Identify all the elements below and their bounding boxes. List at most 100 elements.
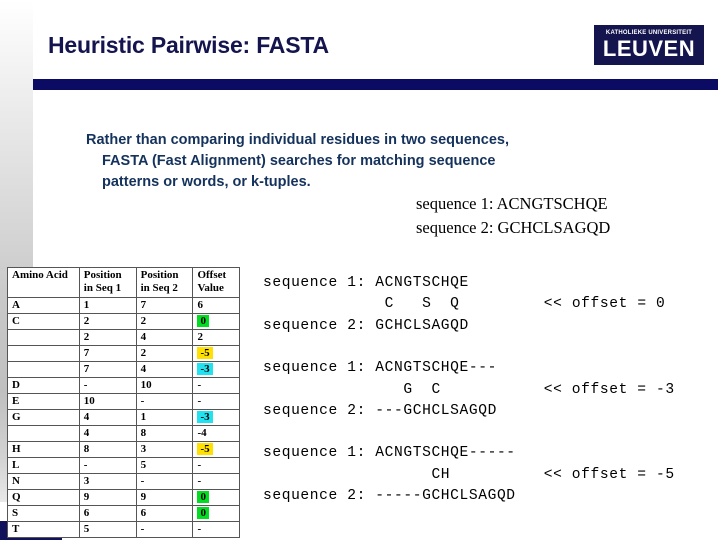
alignment-top-sequence: sequence 1: ACNGTSCHQE: [263, 275, 469, 291]
col-header-amino-acid: Amino Acid: [7, 267, 80, 298]
table-row: Q990: [7, 489, 240, 506]
cell-amino-acid: [7, 425, 80, 442]
offset-value-highlight: 0: [197, 491, 209, 503]
cell-amino-acid: T: [7, 521, 80, 538]
table-header-row: Amino Acid Position in Seq 1 Position in…: [7, 267, 240, 298]
table-row: 4 8 -4: [7, 425, 240, 442]
table-body: A 1 7 6 C 2 2 0 2 4 2 7 2 -5 7 4 -3 D -10- E 10- - G 4 1 -3 4 8 -4 H 8…: [7, 297, 240, 538]
cell-position-seq2: 5: [135, 457, 194, 474]
cell-position-seq1: 2: [78, 329, 137, 346]
cell-position-seq2: -: [135, 521, 194, 538]
col-header-offset-value: Offset Value: [192, 267, 240, 298]
cell-position-seq1: 8: [78, 441, 137, 458]
cell-offset-value: -3: [192, 409, 240, 426]
cell-offset-value: -: [192, 473, 240, 490]
table-row: G 4 1 -3: [7, 409, 240, 426]
cell-position-seq2: 8: [135, 425, 194, 442]
cell-offset-value: -5: [192, 345, 240, 362]
col-header-offset-value-l1: Offset: [197, 269, 227, 281]
cell-offset-value: -: [192, 377, 240, 394]
table-row: A176: [7, 297, 240, 314]
cell-offset-value: -3: [192, 361, 240, 378]
col-header-amino-acid-l1: Amino Acid: [12, 269, 68, 281]
cell-amino-acid: S: [7, 505, 80, 522]
alignment-blocks: sequence 1: ACNGTSCHQE C S Q << offset =…: [263, 273, 675, 529]
table-row: T5--: [7, 521, 240, 538]
cell-offset-value: 0: [192, 505, 240, 522]
alignment-bottom-sequence: sequence 2: ---GCHCLSAGQD: [263, 403, 497, 420]
table-row: 7 2 -5: [7, 345, 240, 362]
cell-amino-acid: [7, 361, 80, 378]
offset-value-text: -: [197, 379, 202, 391]
offset-value-highlight: -3: [197, 363, 213, 375]
alignment-bottom-sequence: sequence 2: GCHCLSAGQD: [263, 317, 469, 334]
cell-offset-value: 0: [192, 489, 240, 506]
cell-position-seq1: 6: [78, 505, 137, 522]
col-header-position-seq1-l1: Position: [83, 269, 122, 281]
cell-amino-acid: C: [7, 313, 80, 330]
body-line-1: Rather than comparing individual residue…: [86, 132, 510, 148]
table-row: C220: [7, 313, 240, 330]
offset-value-highlight: -3: [197, 411, 213, 423]
alignment-block: sequence 1: ACNGTSCHQE C S Q << offset =…: [263, 273, 675, 337]
col-header-position-seq1-l2: in Seq 1: [83, 282, 122, 294]
cell-position-seq2: 2: [135, 345, 194, 362]
col-header-position-seq2-l2: in Seq 2: [140, 282, 178, 294]
alignment-offset-label: << offset = -5: [543, 466, 675, 483]
cell-position-seq2: -: [135, 393, 194, 410]
cell-offset-value: -: [192, 521, 240, 538]
alignment-top-sequence: sequence 1: ACNGTSCHQE-----: [263, 445, 516, 462]
alignment-offset-label: << offset = 0: [543, 296, 666, 313]
col-header-position-seq1: Position in Seq 1: [78, 267, 137, 298]
offset-value-highlight: 0: [197, 315, 209, 327]
cell-amino-acid: Q: [7, 489, 80, 506]
cell-position-seq2: 4: [135, 329, 194, 346]
alignment-spacer: [460, 296, 544, 312]
offset-value-text: -: [197, 475, 202, 487]
serif-sequence-1: sequence 1: ACNGTSCHQE: [416, 194, 608, 213]
cell-position-seq1: 1: [78, 297, 137, 314]
amino-acid-offset-table: Amino Acid Position in Seq 1 Position in…: [7, 267, 240, 538]
cell-offset-value: 0: [192, 313, 240, 330]
ku-leuven-logo: KATHOLIEKE UNIVERSITEIT LEUVEN: [594, 25, 704, 65]
cell-position-seq2: 7: [135, 297, 194, 314]
cell-position-seq1: 10: [78, 393, 137, 410]
cell-amino-acid: A: [7, 297, 80, 314]
cell-position-seq1: 3: [78, 473, 137, 490]
cell-position-seq1: 9: [78, 489, 137, 506]
offset-value-text: -4: [197, 427, 207, 439]
cell-amino-acid: D: [7, 377, 80, 394]
col-header-position-seq2: Position in Seq 2: [135, 267, 194, 298]
offset-value-text: -: [197, 523, 202, 535]
table-row: 242: [7, 329, 240, 346]
alignment-block: sequence 1: ACNGTSCHQE--- G C << offset …: [263, 358, 675, 422]
cell-position-seq2: -: [135, 473, 194, 490]
cell-amino-acid: H: [7, 441, 80, 458]
alignment-matched-residues: C S Q: [263, 296, 460, 313]
alignment-top-sequence: sequence 1: ACNGTSCHQE---: [263, 360, 497, 377]
col-header-offset-value-l2: Value: [197, 282, 224, 294]
table-row: D -10-: [7, 377, 240, 394]
offset-value-highlight: -5: [197, 347, 213, 359]
alignment-match-row: C S Q << offset = 0: [263, 294, 675, 315]
page-title: Heuristic Pairwise: FASTA: [48, 32, 329, 58]
col-header-position-seq2-l1: Position: [140, 269, 179, 281]
cell-offset-value: -: [192, 457, 240, 474]
offset-value-text: 2: [197, 331, 203, 343]
cell-amino-acid: E: [7, 393, 80, 410]
cell-position-seq1: -: [78, 457, 137, 474]
body-paragraph: Rather than comparing individual residue…: [86, 130, 631, 193]
cell-position-seq1: 2: [78, 313, 137, 330]
offset-value-text: 6: [197, 299, 203, 311]
cell-position-seq1: 7: [78, 345, 137, 362]
table-header: Amino Acid Position in Seq 1 Position in…: [7, 267, 240, 298]
table-row: S660: [7, 505, 240, 522]
table-row: 7 4 -3: [7, 361, 240, 378]
table-row: E 10- -: [7, 393, 240, 410]
serif-sequence-pair: sequence 1: ACNGTSCHQE sequence 2: GCHCL…: [416, 192, 610, 240]
cell-position-seq2: 10: [135, 377, 194, 394]
cell-amino-acid: L: [7, 457, 80, 474]
offset-value-highlight: 0: [197, 507, 209, 519]
cell-position-seq2: 1: [135, 409, 194, 426]
cell-offset-value: 2: [192, 329, 240, 346]
